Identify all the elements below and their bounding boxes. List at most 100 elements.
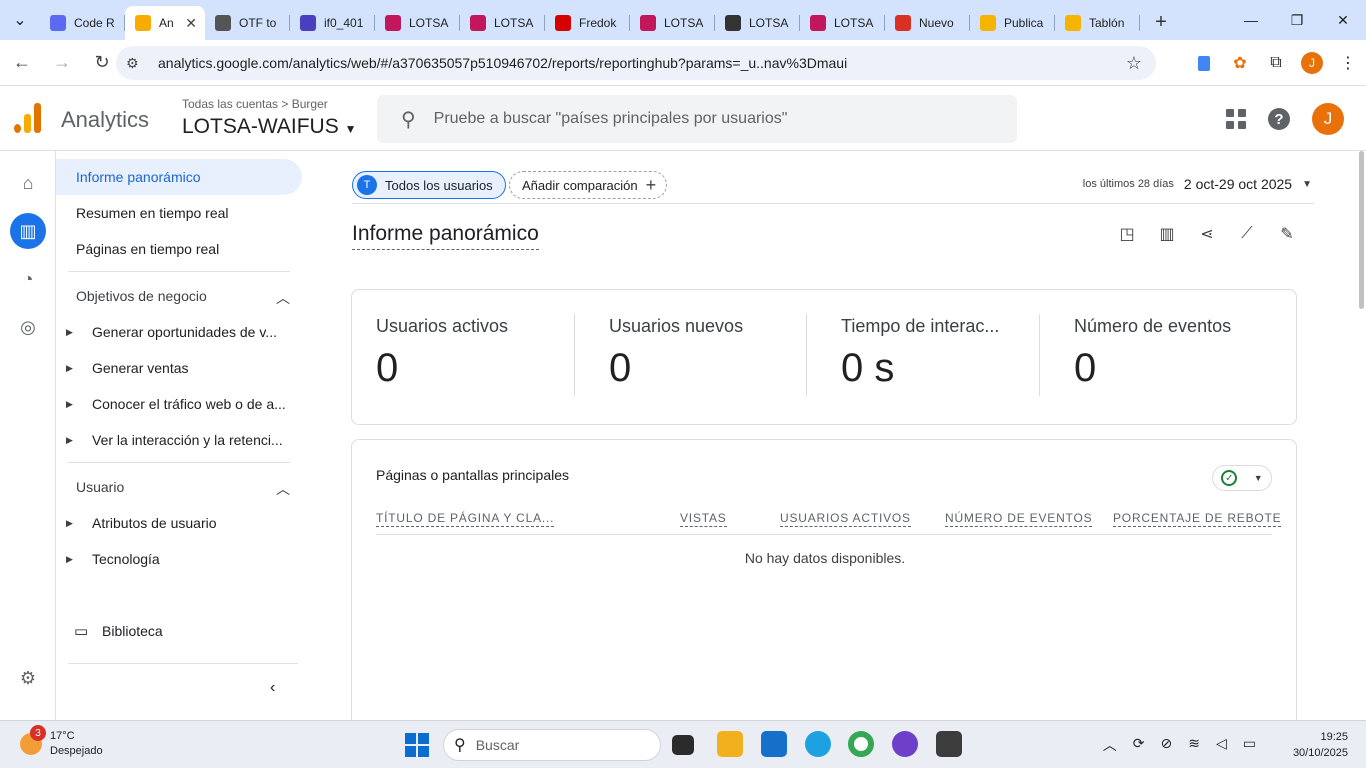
- divider: [352, 203, 1314, 204]
- windows-start-icon[interactable]: [405, 733, 429, 757]
- browser-tab[interactable]: if0_401: [290, 6, 375, 40]
- forward-button[interactable]: →: [44, 45, 80, 81]
- column-header-vistas[interactable]: VISTAS: [680, 511, 727, 527]
- comparison-chip-all-users[interactable]: T Todos los usuarios: [352, 171, 506, 199]
- minimize-button[interactable]: ―: [1228, 0, 1274, 40]
- help-icon[interactable]: ?: [1268, 108, 1290, 130]
- wifi-icon[interactable]: ≋: [1188, 735, 1200, 755]
- weather-widget[interactable]: 3 17°C Despejado: [20, 725, 103, 759]
- insights-icon[interactable]: ⟋: [1236, 223, 1258, 245]
- reports-icon[interactable]: ▥: [10, 213, 46, 249]
- browser-tab[interactable]: OTF to: [205, 6, 290, 40]
- metric-numero-eventos[interactable]: Número de eventos 0: [1050, 290, 1290, 426]
- customize-report-icon[interactable]: ◳: [1116, 223, 1138, 245]
- nav-item-generar-oportunidades[interactable]: ▶ Generar oportunidades de v...: [66, 324, 306, 340]
- metric-usuarios-nuevos[interactable]: Usuarios nuevos 0: [585, 290, 807, 426]
- cloud-icon: [215, 15, 231, 31]
- edge-browser-icon[interactable]: [805, 731, 831, 757]
- classroom-icon: [1065, 15, 1081, 31]
- property-selector[interactable]: LOTSA-WAIFUS ▼: [182, 115, 356, 139]
- volume-icon[interactable]: ◁: [1216, 735, 1227, 755]
- section-objetivos-negocio[interactable]: Objetivos de negocio ︿: [76, 288, 290, 308]
- admin-gear-icon[interactable]: ⚙: [10, 660, 46, 696]
- nav-item-tecnologia[interactable]: ▶ Tecnología: [66, 551, 306, 567]
- nav-item-atributos-usuario[interactable]: ▶ Atributos de usuario: [66, 515, 306, 531]
- search-input[interactable]: ⚲ Pruebe a buscar "países principales po…: [377, 95, 1017, 143]
- column-header-numero-eventos[interactable]: NÚMERO DE EVENTOS: [945, 511, 1093, 527]
- explore-icon[interactable]: ◔: [10, 261, 46, 297]
- browser-tab[interactable]: LOTSA: [460, 6, 545, 40]
- back-button[interactable]: ←: [4, 45, 40, 81]
- compare-icon[interactable]: ▥: [1156, 223, 1178, 245]
- nav-paginas-tiempo-real[interactable]: Páginas en tiempo real: [56, 231, 302, 267]
- bookmark-star-icon[interactable]: ☆: [1126, 53, 1142, 74]
- browser-tab[interactable]: LOTSA: [800, 6, 885, 40]
- system-clock[interactable]: 19:25 30/10/2025: [1293, 729, 1348, 761]
- column-header-porcentaje-rebote[interactable]: PORCENTAJE DE REBOTE: [1113, 511, 1282, 527]
- nav-item-generar-ventas[interactable]: ▶ Generar ventas: [66, 360, 306, 376]
- nav-item-ver-interaccion[interactable]: ▶ Ver la interacción y la retenci...: [66, 432, 306, 448]
- browser-tab[interactable]: An ✕: [125, 6, 205, 40]
- extension-gear-icon[interactable]: ✿: [1222, 45, 1258, 81]
- column-header-usuarios-activos[interactable]: USUARIOS ACTIVOS: [780, 511, 911, 527]
- page-scrollbar[interactable]: [1356, 151, 1366, 720]
- url-text[interactable]: analytics.google.com/analytics/web/#/a37…: [158, 55, 847, 71]
- analytics-logo-icon[interactable]: [14, 103, 42, 133]
- chrome-browser-icon[interactable]: [848, 731, 874, 757]
- extension-doc-icon[interactable]: [1186, 45, 1222, 81]
- nav-resumen-tiempo-real[interactable]: Resumen en tiempo real: [56, 195, 302, 231]
- breadcrumb[interactable]: Todas las cuentas > Burger: [182, 97, 328, 111]
- task-view-icon[interactable]: [672, 735, 694, 755]
- add-comparison-button[interactable]: Añadir comparación +: [509, 171, 668, 199]
- chevron-up-icon[interactable]: ︿: [1103, 735, 1117, 755]
- advertising-icon[interactable]: ◎: [10, 309, 46, 345]
- address-bar[interactable]: ⚙ analytics.google.com/analytics/web/#/a…: [116, 46, 1156, 80]
- account-avatar[interactable]: J: [1312, 103, 1344, 135]
- search-placeholder: Pruebe a buscar "países principales por …: [433, 110, 788, 127]
- plus-icon: +: [1155, 10, 1167, 33]
- file-explorer-icon[interactable]: [717, 731, 743, 757]
- close-tab-icon[interactable]: ✕: [185, 15, 197, 32]
- browser-tab[interactable]: Publica: [970, 6, 1055, 40]
- microsoft-store-icon[interactable]: [761, 731, 787, 757]
- data-quality-status-chip[interactable]: ✓ ▼: [1212, 465, 1272, 491]
- scrollbar-thumb[interactable]: [1359, 151, 1364, 309]
- apps-grid-icon[interactable]: [1226, 109, 1246, 129]
- section-usuario[interactable]: Usuario ︿: [76, 479, 290, 499]
- nav-item-conocer-trafico[interactable]: ▶ Conocer el tráfico web o de a...: [66, 396, 306, 412]
- browser-tab[interactable]: Nuevo: [885, 6, 970, 40]
- taskbar-search[interactable]: ⚲ Buscar: [443, 729, 661, 761]
- metric-tiempo-interaccion[interactable]: Tiempo de interac... 0 s: [817, 290, 1040, 426]
- collapse-nav-icon[interactable]: ‹: [270, 679, 275, 697]
- profile-avatar[interactable]: J: [1301, 52, 1323, 74]
- weather-sun-icon: 3: [20, 725, 46, 755]
- nav-item-biblioteca[interactable]: ▭ Biblioteca: [74, 622, 314, 640]
- extensions-puzzle-icon[interactable]: ⧉: [1258, 45, 1294, 81]
- browser-tab[interactable]: Tablón: [1055, 6, 1140, 40]
- maximize-button[interactable]: ❐: [1274, 0, 1320, 40]
- battery-icon[interactable]: ▭: [1243, 735, 1256, 755]
- edit-pencil-icon[interactable]: ✎: [1276, 223, 1298, 245]
- metric-usuarios-activos[interactable]: Usuarios activos 0: [352, 290, 575, 426]
- home-icon[interactable]: ⌂: [10, 165, 46, 201]
- no-location-icon[interactable]: ⊘: [1161, 735, 1173, 755]
- browser-tab[interactable]: Fredok: [545, 6, 630, 40]
- new-tab-button[interactable]: +: [1146, 7, 1176, 37]
- column-header-titulo[interactable]: TÍTULO DE PÁGINA Y CLA...: [376, 511, 555, 527]
- reload-button[interactable]: ↻: [84, 45, 120, 81]
- browser-tab[interactable]: Code R: [40, 6, 125, 40]
- share-icon[interactable]: ⋖: [1196, 223, 1218, 245]
- browser-tab[interactable]: LOTSA: [715, 6, 800, 40]
- browser-menu-icon[interactable]: ⋮: [1330, 45, 1366, 81]
- metric-label: Usuarios nuevos: [609, 316, 744, 336]
- tab-search-button[interactable]: ⌄: [0, 0, 40, 40]
- date-range-picker[interactable]: los últimos 28 días 2 oct-29 oct 2025 ▼: [1083, 176, 1312, 192]
- browser-tab[interactable]: LOTSA: [630, 6, 715, 40]
- nav-informe-panoramico[interactable]: Informe panorámico: [56, 159, 302, 195]
- sublime-text-icon[interactable]: [936, 731, 962, 757]
- github-desktop-icon[interactable]: [892, 731, 918, 757]
- site-info-icon[interactable]: ⚙: [126, 55, 146, 72]
- sync-icon[interactable]: ⟳: [1133, 735, 1145, 755]
- browser-tab[interactable]: LOTSA: [375, 6, 460, 40]
- close-window-button[interactable]: ✕: [1320, 0, 1366, 40]
